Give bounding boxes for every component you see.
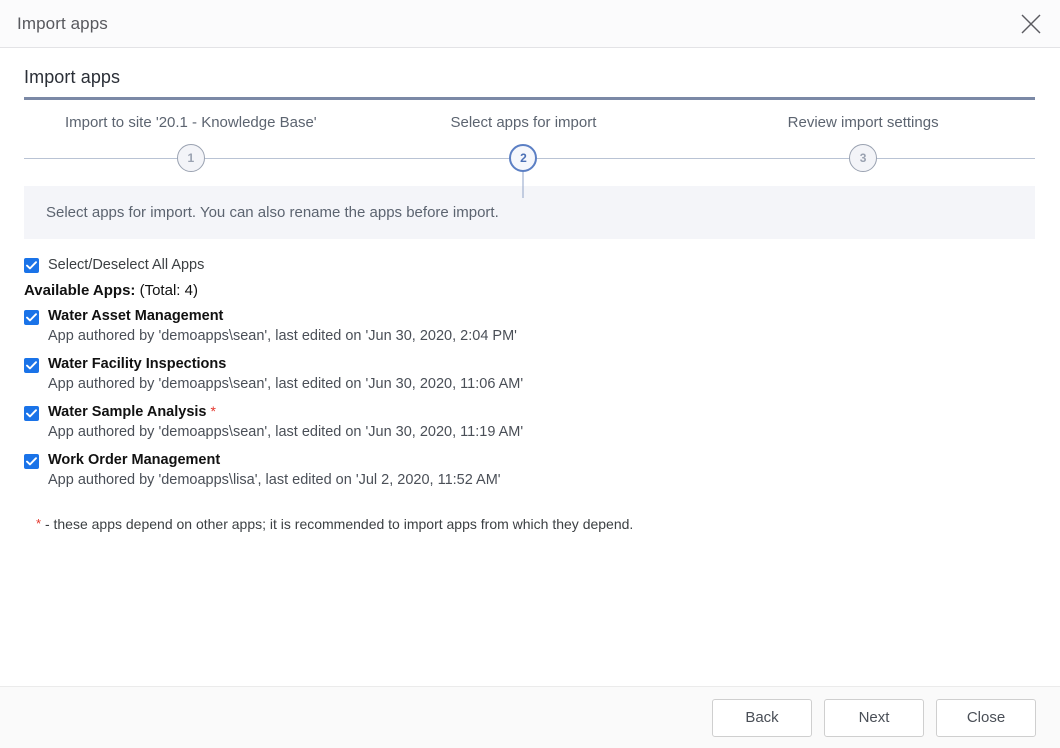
app-dependency-marker: * <box>211 403 216 419</box>
app-checkbox[interactable] <box>24 310 39 325</box>
window-title: Import apps <box>17 14 108 34</box>
available-apps-label: Available Apps: <box>24 282 135 299</box>
app-meta: App authored by 'demoapps\sean', last ed… <box>48 326 1036 347</box>
step-3-number: 3 <box>860 151 867 165</box>
app-name-row: Water Sample Analysis * <box>48 402 1036 422</box>
app-text-block: Work Order Management App authored by 'd… <box>48 450 1036 491</box>
available-apps-total: (Total: 4) <box>140 282 198 299</box>
app-checkbox[interactable] <box>24 358 39 373</box>
import-stepper: Import to site '20.1 - Knowledge Base' S… <box>24 100 1035 182</box>
app-list-item[interactable]: Water Asset Management App authored by '… <box>24 306 1036 347</box>
apps-list-area: Select/Deselect All Apps Available Apps:… <box>24 255 1036 532</box>
select-all-row[interactable]: Select/Deselect All Apps <box>24 255 1036 275</box>
app-meta: App authored by 'demoapps\lisa', last ed… <box>48 470 1036 491</box>
app-checkbox-wrap <box>24 450 48 471</box>
select-all-label[interactable]: Select/Deselect All Apps <box>48 257 204 273</box>
app-name-row: Water Facility Inspections <box>48 354 1036 374</box>
back-button[interactable]: Back <box>712 699 812 737</box>
app-checkbox-wrap <box>24 354 48 375</box>
stepper-labels: Import to site '20.1 - Knowledge Base' S… <box>24 100 1035 144</box>
app-name-row: Water Asset Management <box>48 306 1036 326</box>
dependency-footnote: * - these apps depend on other apps; it … <box>36 516 1036 532</box>
step-2-node[interactable]: 2 <box>509 144 537 172</box>
dialog-title-bar: Import apps <box>0 0 1060 48</box>
app-checkbox[interactable] <box>24 406 39 421</box>
app-meta: App authored by 'demoapps\sean', last ed… <box>48 422 1036 443</box>
step-1-node[interactable]: 1 <box>177 144 205 172</box>
app-text-block: Water Asset Management App authored by '… <box>48 306 1036 347</box>
instruction-text: Select apps for import. You can also ren… <box>46 204 499 221</box>
app-list-item[interactable]: Work Order Management App authored by 'd… <box>24 450 1036 491</box>
app-checkbox[interactable] <box>24 454 39 469</box>
app-text-block: Water Sample Analysis * App authored by … <box>48 402 1036 443</box>
active-step-connector <box>523 172 524 198</box>
app-text-block: Water Facility Inspections App authored … <box>48 354 1036 395</box>
instruction-banner: Select apps for import. You can also ren… <box>24 186 1035 239</box>
app-meta: App authored by 'demoapps\sean', last ed… <box>48 374 1036 395</box>
select-all-checkbox[interactable] <box>24 258 39 273</box>
app-name-row: Work Order Management <box>48 450 1036 470</box>
close-button[interactable]: Close <box>936 699 1036 737</box>
step-3-node[interactable]: 3 <box>849 144 877 172</box>
app-name: Water Facility Inspections <box>48 356 226 372</box>
import-apps-dialog: Import apps Import apps Import to site '… <box>0 0 1060 748</box>
step-1-number: 1 <box>187 151 194 165</box>
footnote-text: - these apps depend on other apps; it is… <box>41 516 633 532</box>
step-3-label: Review import settings <box>788 114 939 131</box>
app-checkbox-wrap <box>24 306 48 327</box>
next-button[interactable]: Next <box>824 699 924 737</box>
available-apps-line: Available Apps: (Total: 4) <box>24 282 1036 299</box>
app-list-item[interactable]: Water Sample Analysis * App authored by … <box>24 402 1036 443</box>
close-x-icon[interactable] <box>1014 7 1048 41</box>
dialog-footer: Back Next Close <box>0 686 1060 748</box>
dialog-body: Import apps Import to site '20.1 - Knowl… <box>0 48 1060 686</box>
step-1-label: Import to site '20.1 - Knowledge Base' <box>65 114 317 131</box>
app-checkbox-wrap <box>24 402 48 423</box>
step-2-number: 2 <box>520 151 527 165</box>
app-name: Water Asset Management <box>48 308 223 324</box>
app-name: Water Sample Analysis <box>48 404 207 420</box>
app-name: Work Order Management <box>48 452 220 468</box>
app-list-item[interactable]: Water Facility Inspections App authored … <box>24 354 1036 395</box>
page-title: Import apps <box>24 67 1036 97</box>
step-2-label: Select apps for import <box>450 114 596 131</box>
